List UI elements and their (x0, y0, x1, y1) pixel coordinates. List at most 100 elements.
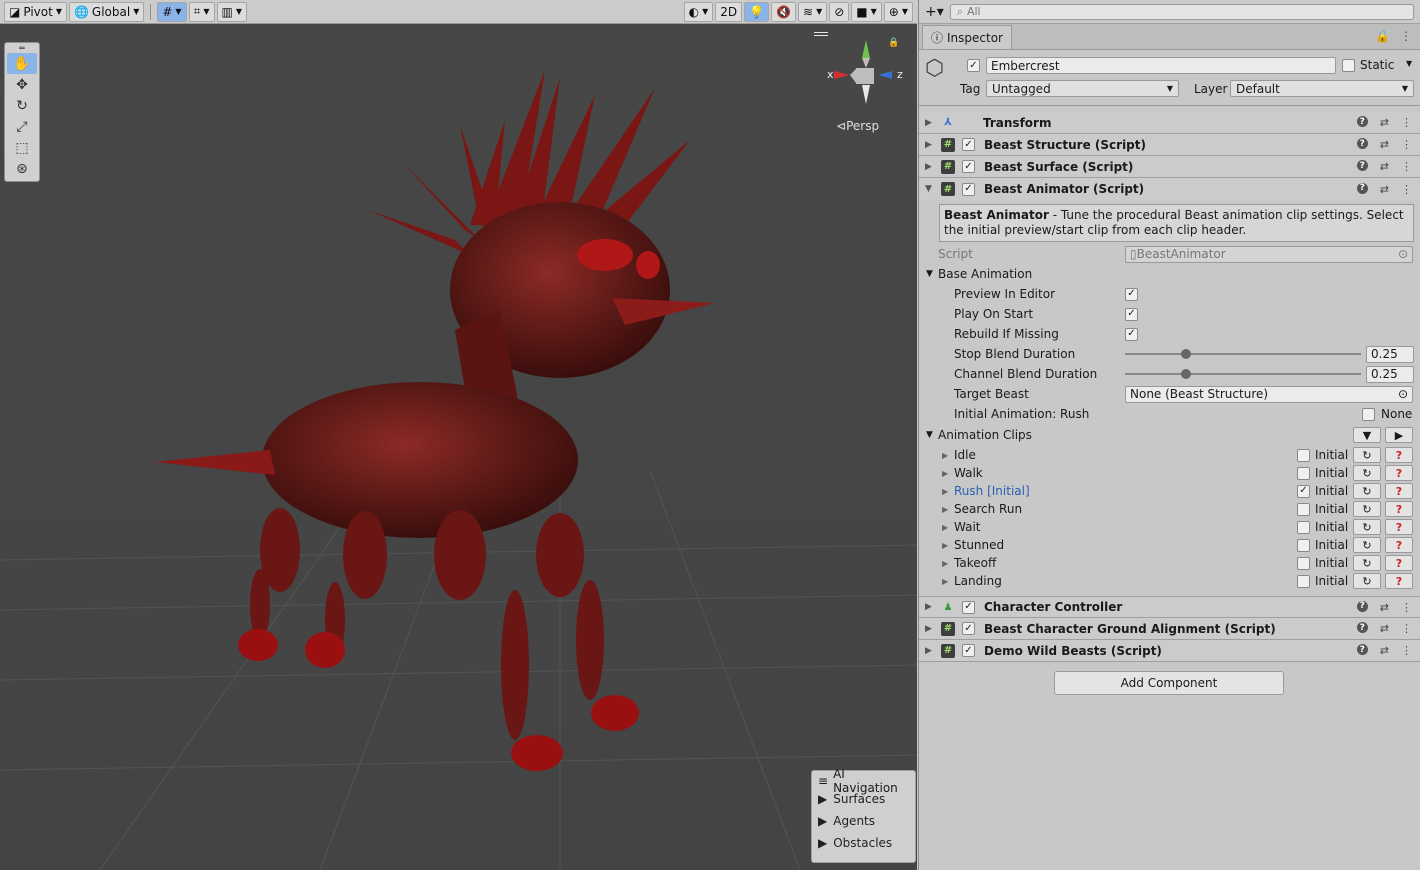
search-input[interactable]: ⌕ All (949, 3, 1414, 20)
expand-arrow-icon[interactable]: ▶ (942, 469, 948, 478)
audio-toggle[interactable]: 🔇 (771, 1, 796, 22)
more-icon[interactable]: ⋮ (1401, 183, 1412, 196)
more-icon[interactable]: ⋮ (1401, 116, 1412, 129)
scene-view[interactable]: ◪ Pivot ▼ 🌐 Global ▼ # ▼ ⌗ ▼ ▥ ▼ ◐ ▼ 2D 💡 🔇 ≋ ▼ ⊘… (0, 0, 917, 870)
more-icon[interactable]: ⋮ (1400, 29, 1412, 43)
presets-icon[interactable]: ⇄ (1380, 138, 1389, 151)
lock-icon[interactable]: 🔒 (888, 38, 899, 48)
effects-button[interactable]: ≋ ▼ (798, 1, 828, 22)
enabled-checkbox[interactable]: ✓ (962, 160, 975, 173)
initial-checkbox[interactable] (1297, 502, 1310, 516)
add-icon[interactable]: +▾ (925, 4, 944, 20)
clip-row[interactable]: ▶ Takeoff Initial ↻? (919, 554, 1420, 572)
presets-icon[interactable]: ⇄ (1380, 183, 1389, 196)
help-icon[interactable]: ? (1356, 116, 1368, 127)
clip-help-button[interactable]: ? (1385, 501, 1413, 517)
ainav-agents[interactable]: ▶ Agents (812, 810, 915, 832)
help-icon[interactable]: ? (1356, 600, 1368, 612)
more-icon[interactable]: ⋮ (1401, 601, 1412, 614)
initial-checkbox[interactable] (1297, 556, 1310, 570)
ainav-obstacles[interactable]: ▶ Obstacles (812, 832, 915, 854)
clip-help-button[interactable]: ? (1385, 519, 1413, 535)
enabled-checkbox[interactable]: ✓ (962, 644, 975, 657)
stop-blend-input[interactable]: 0.25 (1366, 345, 1414, 363)
reset-clip-button[interactable]: ↻ (1353, 465, 1381, 481)
component-character-controller[interactable]: ▶ ♟ ✓ Character Controller ? ⇄ ⋮ (919, 596, 1420, 618)
enabled-checkbox[interactable]: ✓ (962, 182, 975, 196)
clip-row[interactable]: ▶ Rush [Initial] ✓ Initial ↻? (919, 482, 1420, 500)
help-icon[interactable]: ? (1356, 138, 1368, 149)
lock-icon[interactable]: 🔒 (1375, 29, 1390, 43)
play-button[interactable]: ▶ (1385, 427, 1413, 443)
clip-help-button[interactable]: ? (1385, 465, 1413, 481)
expand-arrow-icon[interactable]: ▶ (942, 541, 948, 550)
more-icon[interactable]: ⋮ (1401, 138, 1412, 151)
add-component-button[interactable]: Add Component (1054, 671, 1284, 695)
rotate-tool[interactable]: ↻ (7, 95, 37, 116)
initial-checkbox[interactable] (1297, 538, 1310, 552)
none-checkbox[interactable] (1362, 407, 1375, 421)
enabled-checkbox[interactable]: ✓ (962, 622, 975, 635)
hand-tool[interactable]: ✋ (7, 53, 37, 74)
reset-clip-button[interactable]: ↻ (1353, 519, 1381, 535)
slider-thumb[interactable] (1181, 349, 1191, 359)
help-icon[interactable]: ? (1356, 644, 1368, 655)
preview-in-editor-checkbox[interactable]: ✓ (1125, 287, 1138, 301)
increment-snap-button[interactable]: ⌗ ▼ (188, 1, 215, 22)
stop-blend-slider[interactable] (1125, 349, 1361, 359)
transform-tool[interactable]: ⊛ (7, 158, 37, 179)
layer-dropdown[interactable]: Default ▼ (1230, 80, 1414, 97)
enabled-checkbox[interactable]: ✓ (962, 138, 975, 151)
draw-mode-button[interactable]: ◐ ▼ (683, 1, 714, 22)
channel-blend-input[interactable]: 0.25 (1366, 365, 1414, 383)
clip-help-button[interactable]: ? (1385, 447, 1413, 463)
target-icon[interactable]: ⊙ (1398, 387, 1408, 401)
component-demo-wild-beasts[interactable]: ▶ # ✓ Demo Wild Beasts (Script) ? ⇄ ⋮ (919, 640, 1420, 662)
clip-help-button[interactable]: ? (1385, 483, 1413, 499)
presets-icon[interactable]: ⇄ (1380, 601, 1389, 614)
reset-clip-button[interactable]: ↻ (1353, 537, 1381, 553)
more-icon[interactable]: ⋮ (1401, 644, 1412, 657)
visibility-toggle[interactable]: ⊘ (829, 1, 850, 22)
palette-grip[interactable]: ═ (7, 44, 37, 54)
presets-icon[interactable]: ⇄ (1380, 160, 1389, 173)
ruler-button[interactable]: ▥ ▼ (216, 1, 247, 22)
expand-arrow-icon[interactable]: ▶ (942, 505, 948, 514)
lighting-toggle[interactable]: 💡 (744, 1, 770, 22)
component-beast-animator[interactable]: ▼ # ✓ Beast Animator (Script) ? ⇄ ⋮ (919, 178, 1420, 200)
clip-row[interactable]: ▶ Stunned Initial ↻? (919, 536, 1420, 554)
projection-label[interactable]: ⊲Persp (836, 119, 879, 133)
presets-icon[interactable]: ⇄ (1380, 116, 1389, 129)
initial-checkbox[interactable] (1297, 466, 1310, 480)
clip-help-button[interactable]: ? (1385, 555, 1413, 571)
help-icon[interactable]: ? (1356, 622, 1368, 633)
channel-blend-slider[interactable] (1125, 369, 1361, 379)
tab-inspector[interactable]: ⓘ Inspector (922, 25, 1012, 49)
clip-row[interactable]: ▶ Idle Initial ↻? (919, 446, 1420, 464)
clip-help-button[interactable]: ? (1385, 537, 1413, 553)
camera-button[interactable]: ■ ▼ (851, 1, 882, 22)
reset-clip-button[interactable]: ↻ (1353, 483, 1381, 499)
enabled-checkbox[interactable]: ✓ (962, 600, 975, 614)
component-beast-structure[interactable]: ▶ # ✓ Beast Structure (Script) ? ⇄ ⋮ (919, 134, 1420, 156)
more-icon[interactable]: ⋮ (1401, 622, 1412, 635)
base-animation-foldout[interactable]: ▼ Base Animation (919, 264, 1420, 284)
animation-clips-foldout[interactable]: ▼ Animation Clips ▼ ▶ (919, 424, 1420, 446)
object-name-field[interactable]: Embercrest (986, 57, 1336, 74)
initial-checkbox[interactable] (1297, 574, 1310, 588)
clip-row[interactable]: ▶ Landing Initial ↻? (919, 572, 1420, 590)
static-checkbox[interactable] (1342, 59, 1355, 72)
expand-arrow-icon[interactable]: ▶ (942, 523, 948, 532)
expand-arrow-icon[interactable]: ▶ (942, 559, 948, 568)
chevron-down-icon[interactable]: ▼ (1406, 59, 1412, 68)
help-icon[interactable]: ? (1356, 182, 1368, 194)
tag-dropdown[interactable]: Untagged ▼ (986, 80, 1179, 97)
reset-clip-button[interactable]: ↻ (1353, 501, 1381, 517)
rect-tool[interactable]: ⬚ (7, 137, 37, 158)
initial-checkbox[interactable] (1297, 448, 1310, 462)
move-tool[interactable]: ✥ (7, 74, 37, 95)
expand-arrow-icon[interactable]: ▶ (942, 487, 948, 496)
2d-toggle[interactable]: 2D (715, 1, 743, 22)
clip-row[interactable]: ▶ Search Run Initial ↻? (919, 500, 1420, 518)
component-beast-surface[interactable]: ▶ # ✓ Beast Surface (Script) ? ⇄ ⋮ (919, 156, 1420, 178)
